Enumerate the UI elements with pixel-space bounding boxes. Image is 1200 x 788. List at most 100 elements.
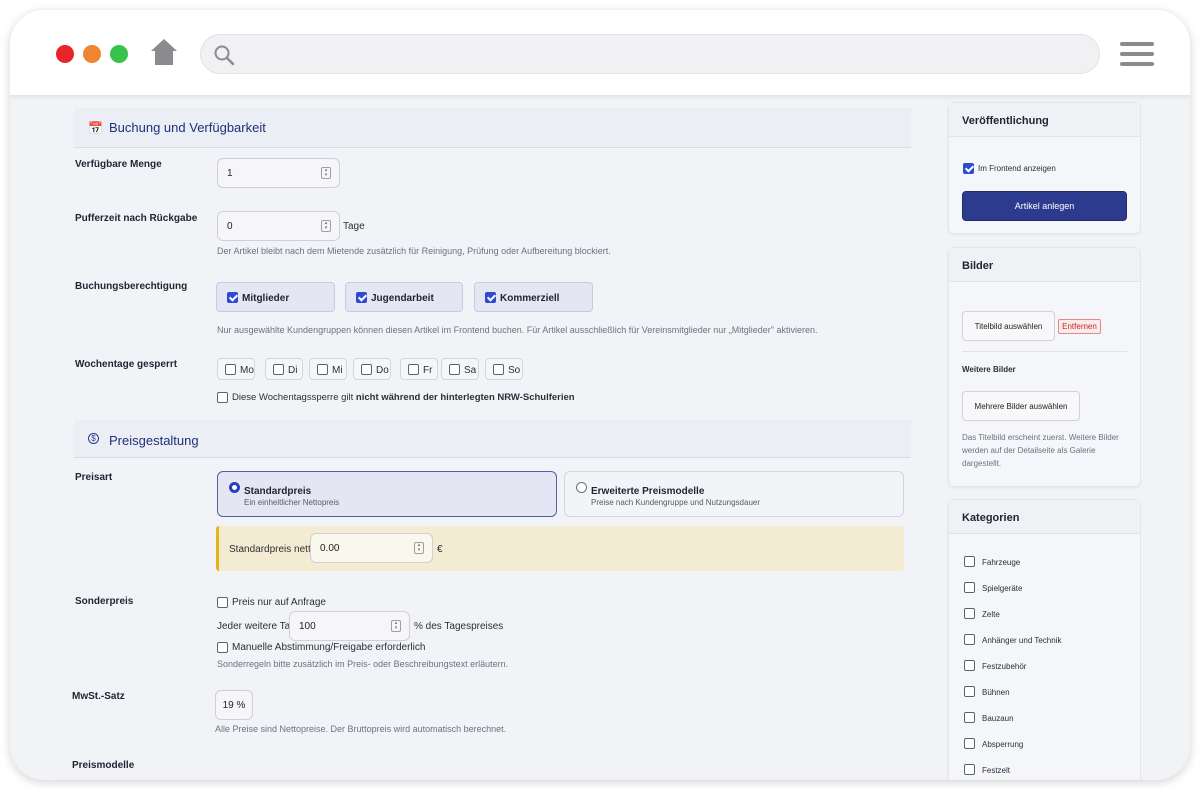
- standard-price-option[interactable]: Standardpreis Ein einheitlicher Nettopre…: [217, 471, 557, 517]
- close-window-button[interactable]: [56, 45, 74, 63]
- publish-card: Veröffentlichung Im Frontend anzeigen Ar…: [948, 102, 1141, 234]
- images-help: Das Titelbild erscheint zuerst. Weitere …: [962, 433, 1119, 468]
- weekday-label: Fr: [423, 365, 433, 376]
- publish-card-header: Veröffentlichung: [949, 103, 1140, 137]
- standard-price-radio[interactable]: [229, 482, 240, 493]
- manual-approval-label: Manuelle Abstimmung/Freigabe erforderlic…: [232, 642, 426, 653]
- category-checkbox[interactable]: [964, 738, 975, 749]
- maximize-window-button[interactable]: [110, 45, 128, 63]
- category-label: Spielgeräte: [982, 584, 1023, 593]
- create-article-button[interactable]: Artikel anlegen: [962, 191, 1127, 221]
- category-label: Fahrzeuge: [982, 558, 1021, 567]
- browser-toolbar: [10, 10, 1190, 96]
- more-images-label: Weitere Bilder: [962, 365, 1016, 374]
- weekday-checkbox[interactable]: [361, 364, 372, 375]
- select-more-images-button[interactable]: Mehrere Bilder auswählen: [962, 391, 1080, 421]
- select-title-image-button[interactable]: Titelbild auswählen: [962, 311, 1055, 341]
- page-gutter: [1141, 96, 1190, 780]
- home-icon[interactable]: [149, 37, 179, 67]
- calendar-icon: 📅: [88, 121, 103, 135]
- weekday-mi[interactable]: Mi: [309, 358, 347, 380]
- weekday-label: Mi: [332, 365, 343, 376]
- weekday-checkbox[interactable]: [449, 364, 460, 375]
- members-checkbox[interactable]: [227, 292, 238, 303]
- weekday-do[interactable]: Do: [353, 358, 391, 380]
- browser-window: 📅 Buchung und Verfügbarkeit Verfügbare M…: [10, 10, 1190, 780]
- per-day-input[interactable]: 100 ▴ ▾: [289, 611, 410, 641]
- weekday-checkbox[interactable]: [493, 364, 504, 375]
- price-type-label: Preisart: [75, 472, 113, 483]
- weekday-sa[interactable]: Sa: [441, 358, 479, 380]
- booking-section-title: Buchung und Verfügbarkeit: [109, 120, 266, 135]
- category-checkbox[interactable]: [964, 634, 975, 645]
- category-label: Absperrung: [982, 740, 1024, 749]
- permission-label: Buchungsberechtigung: [75, 281, 188, 292]
- extended-price-radio[interactable]: [576, 482, 587, 493]
- permission-youth[interactable]: Jugendarbeit: [345, 282, 463, 312]
- permission-commercial[interactable]: Kommerziell: [474, 282, 593, 312]
- category-checkbox[interactable]: [964, 608, 975, 619]
- address-bar[interactable]: [200, 34, 1100, 74]
- holiday-exception-label: Diese Wochentagssperre gilt nicht währen…: [232, 392, 575, 403]
- on-request-checkbox[interactable]: [217, 597, 228, 608]
- vat-help: Alle Preise sind Nettopreise. Der Brutto…: [215, 724, 507, 734]
- menu-icon[interactable]: [1120, 42, 1154, 68]
- weekday-checkbox[interactable]: [317, 364, 328, 375]
- buffer-input[interactable]: 0 ▴ ▾: [217, 211, 340, 241]
- quantity-label: Verfügbare Menge: [75, 159, 162, 170]
- net-price-spinner[interactable]: ▴ ▾: [414, 542, 424, 554]
- category-checkbox[interactable]: [964, 582, 975, 593]
- vat-label: MwSt.-Satz: [72, 691, 125, 702]
- extended-price-option[interactable]: Erweiterte Preismodelle Preise nach Kund…: [564, 471, 904, 517]
- article-form: 📅 Buchung und Verfügbarkeit Verfügbare M…: [72, 96, 930, 780]
- per-day-spinner[interactable]: ▴ ▾: [391, 620, 401, 632]
- weekday-label: Mo: [240, 365, 254, 376]
- weekday-so[interactable]: So: [485, 358, 523, 380]
- weekday-checkbox[interactable]: [225, 364, 236, 375]
- category-label: Bauzaun: [982, 714, 1014, 723]
- page-content: 📅 Buchung und Verfügbarkeit Verfügbare M…: [10, 96, 1190, 780]
- net-price-input[interactable]: 0.00 ▴ ▾: [310, 533, 433, 563]
- youth-checkbox[interactable]: [356, 292, 367, 303]
- standard-price-sub: Ein einheitlicher Nettopreis: [244, 498, 340, 507]
- quantity-value: 1: [227, 168, 233, 179]
- currency-symbol: €: [437, 544, 443, 555]
- categories-card-title: Kategorien: [962, 512, 1020, 524]
- holiday-bold: nicht während der hinterlegten NRW-Schul…: [355, 392, 575, 403]
- show-frontend-checkbox[interactable]: [963, 163, 974, 174]
- price-models-label: Preismodelle: [72, 760, 135, 771]
- weekday-checkbox[interactable]: [273, 364, 284, 375]
- commercial-checkbox[interactable]: [485, 292, 496, 303]
- net-price-box: Standardpreis netto 0.00 ▴ ▾ €: [216, 526, 904, 571]
- search-icon: [214, 45, 235, 66]
- category-label: Festzubehör: [982, 662, 1027, 671]
- minimize-window-button[interactable]: [83, 45, 101, 63]
- weekday-label: So: [508, 365, 521, 376]
- weekday-fr[interactable]: Fr: [400, 358, 438, 380]
- remove-title-image-button[interactable]: Entfernen: [1058, 319, 1101, 334]
- category-checkbox[interactable]: [964, 712, 975, 723]
- quantity-spinner[interactable]: ▴ ▾: [321, 167, 331, 179]
- commercial-label: Kommerziell: [500, 293, 560, 304]
- weekday-di[interactable]: Di: [265, 358, 303, 380]
- category-checkbox[interactable]: [964, 660, 975, 671]
- weekday-label: Sa: [464, 365, 477, 376]
- dollar-icon: $: [88, 433, 99, 444]
- standard-price-title: Standardpreis: [244, 486, 312, 497]
- buffer-value: 0: [227, 221, 233, 232]
- weekday-mo[interactable]: Mo: [217, 358, 255, 380]
- category-checkbox[interactable]: [964, 556, 975, 567]
- vat-value: 19 %: [222, 700, 246, 711]
- buffer-spinner[interactable]: ▴ ▾: [321, 220, 331, 232]
- buffer-help: Der Artikel bleibt nach dem Mietende zus…: [217, 246, 611, 256]
- category-checkbox[interactable]: [964, 764, 975, 775]
- weekday-checkbox[interactable]: [408, 364, 419, 375]
- holiday-exception-checkbox[interactable]: [217, 392, 228, 403]
- vat-select[interactable]: 19 %: [215, 690, 253, 720]
- category-checkbox[interactable]: [964, 686, 975, 697]
- pricing-section-title: Preisgestaltung: [109, 433, 199, 448]
- quantity-input[interactable]: 1 ▴ ▾: [217, 158, 340, 188]
- permission-members[interactable]: Mitglieder: [216, 282, 335, 312]
- special-price-help: Sonderregeln bitte zusätzlich im Preis- …: [217, 659, 509, 669]
- manual-approval-checkbox[interactable]: [217, 642, 228, 653]
